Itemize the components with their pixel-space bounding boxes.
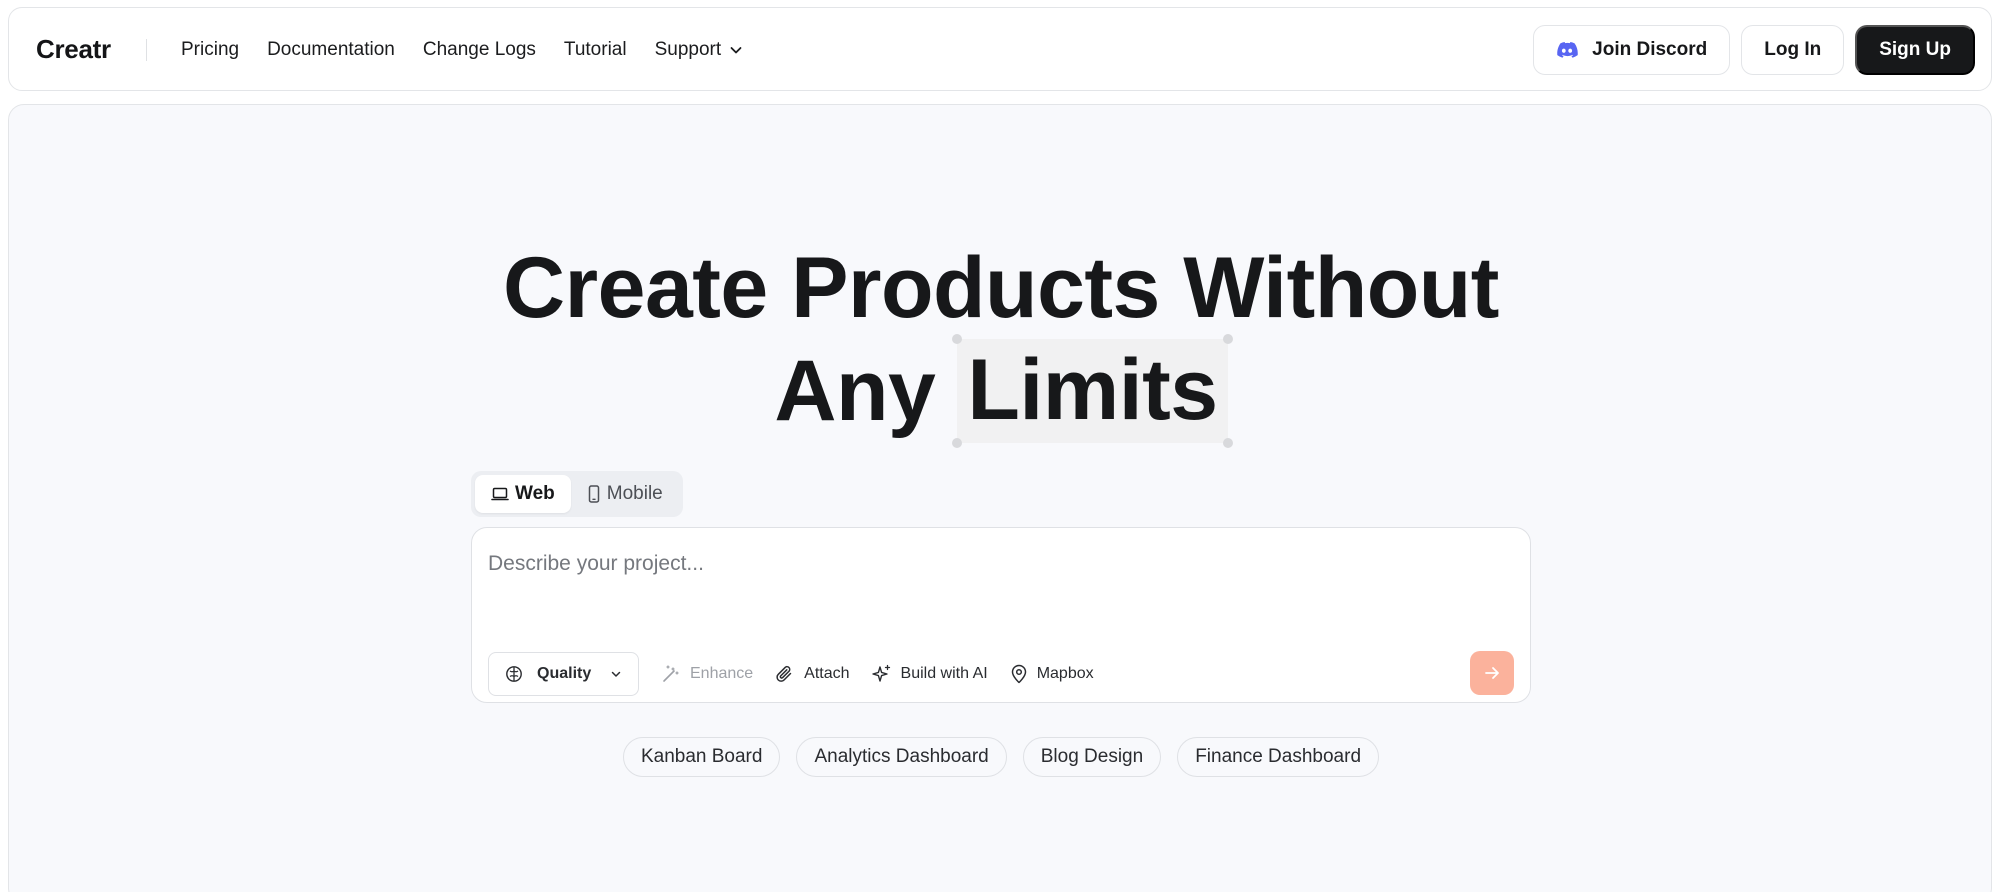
nav-link-support-label: Support <box>654 39 722 60</box>
suggestion-chip-blog-design[interactable]: Blog Design <box>1022 737 1162 777</box>
build-with-ai-button[interactable]: Build with AI <box>871 664 988 684</box>
brand-logo[interactable]: Creatr <box>36 34 111 65</box>
nav-divider <box>146 39 147 61</box>
nav-link-tutorial[interactable]: Tutorial <box>564 39 627 61</box>
prompt-toolbar: Quality Enhance Attach Build with AI Map… <box>488 652 1094 696</box>
suggestion-chips: Kanban Board Analytics Dashboard Blog De… <box>9 737 1993 777</box>
selection-handle-top-left <box>952 334 963 344</box>
platform-tab-web[interactable]: Web <box>475 475 571 513</box>
attach-button[interactable]: Attach <box>775 664 850 684</box>
chevron-down-icon <box>730 47 742 54</box>
join-discord-label: Join Discord <box>1592 39 1708 60</box>
platform-tab-web-label: Web <box>515 483 555 504</box>
map-pin-icon <box>1011 664 1026 684</box>
suggestion-chip-finance-dashboard[interactable]: Finance Dashboard <box>1177 737 1380 777</box>
top-navbar: Creatr Pricing Documentation Change Logs… <box>8 7 1992 91</box>
prompt-card: Quality Enhance Attach <box>471 527 1531 703</box>
hero-title-prefix: Any <box>774 343 936 439</box>
suggestion-chip-kanban-board[interactable]: Kanban Board <box>622 737 781 777</box>
nav-link-support[interactable]: Support <box>655 39 744 61</box>
sign-up-button[interactable]: Sign Up <box>1855 25 1975 75</box>
platform-tab-mobile-label: Mobile <box>606 483 663 504</box>
hero-title-line-2: Any Limits <box>9 334 1993 448</box>
brain-icon <box>506 666 522 682</box>
platform-toggle: Web Mobile <box>471 471 683 517</box>
quality-label: Quality <box>537 665 592 682</box>
nav-actions: Join Discord Log In Sign Up <box>1522 8 1975 92</box>
enhance-label: Enhance <box>690 665 754 682</box>
nav-link-change-logs[interactable]: Change Logs <box>423 39 536 61</box>
mapbox-button[interactable]: Mapbox <box>1010 664 1094 684</box>
nav-link-documentation[interactable]: Documentation <box>267 39 395 61</box>
phone-icon <box>588 485 600 503</box>
laptop-icon <box>491 487 509 501</box>
build-with-ai-label: Build with AI <box>900 665 988 682</box>
selection-handle-bottom-left <box>952 438 963 448</box>
chevron-down-icon <box>611 671 621 677</box>
selection-handle-top-right <box>1222 334 1233 344</box>
send-button[interactable] <box>1470 651 1514 695</box>
arrow-right-icon <box>1485 667 1499 679</box>
quality-dropdown[interactable]: Quality <box>488 652 639 696</box>
paperclip-icon <box>776 665 792 682</box>
hero-highlight-box: Limits <box>952 334 1233 448</box>
hero-title-highlight: Limits <box>967 342 1218 438</box>
suggestion-chip-analytics-dashboard[interactable]: Analytics Dashboard <box>796 737 1007 777</box>
nav-link-pricing[interactable]: Pricing <box>181 39 239 61</box>
sparkles-icon <box>871 664 890 682</box>
discord-icon <box>1557 42 1578 58</box>
nav-links: Pricing Documentation Change Logs Tutori… <box>181 8 771 92</box>
project-description-input[interactable] <box>488 544 1508 584</box>
join-discord-button[interactable]: Join Discord <box>1533 25 1731 75</box>
selection-handle-bottom-right <box>1222 438 1233 448</box>
magic-wand-icon <box>663 665 679 682</box>
attach-label: Attach <box>804 665 850 682</box>
hero-title-line-1: Create Products Without <box>503 240 1499 336</box>
log-in-button[interactable]: Log In <box>1741 25 1845 75</box>
main-canvas: Create Products Without Any Limits Web M… <box>8 104 1992 892</box>
mapbox-label: Mapbox <box>1036 665 1094 682</box>
enhance-button[interactable]: Enhance <box>661 664 753 684</box>
platform-tab-mobile[interactable]: Mobile <box>571 475 679 513</box>
